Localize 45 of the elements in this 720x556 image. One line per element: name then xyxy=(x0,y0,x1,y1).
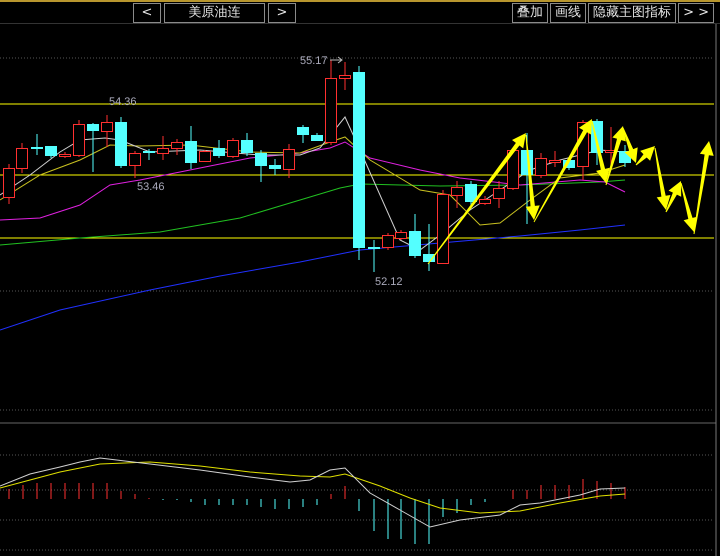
candlestick xyxy=(507,148,519,190)
candlestick xyxy=(87,122,99,172)
candlestick xyxy=(549,150,561,168)
candlestick xyxy=(157,136,169,160)
candlestick xyxy=(451,180,463,208)
candlestick xyxy=(465,180,477,206)
price-label: 52.12 xyxy=(375,276,403,288)
candlestick xyxy=(185,126,197,170)
candlestick xyxy=(45,146,57,158)
candlestick xyxy=(227,138,239,158)
candlestick xyxy=(283,144,295,178)
price-label: 53.46 xyxy=(137,181,165,193)
candlestick xyxy=(199,150,211,162)
previous-button[interactable]: < xyxy=(133,2,161,22)
pointer-arrow-icon xyxy=(330,56,343,64)
candlestick xyxy=(115,116,127,168)
toolbar-button[interactable]: > > xyxy=(678,2,714,22)
candlestick xyxy=(255,150,267,182)
next-button[interactable]: > xyxy=(268,2,296,22)
candlestick xyxy=(297,124,309,144)
candlestick xyxy=(339,62,351,90)
candlestick xyxy=(16,142,28,174)
candlestick xyxy=(479,196,491,206)
candlestick xyxy=(73,120,85,158)
candlestick xyxy=(213,140,225,158)
candlestick xyxy=(143,148,155,160)
candlestick xyxy=(59,152,71,158)
candlestick xyxy=(171,138,183,156)
candlestick xyxy=(311,132,323,142)
toolbar-button[interactable]: 隐藏主图指标 xyxy=(588,2,676,22)
candlestick xyxy=(368,240,380,272)
toolbar-button[interactable]: 叠加 xyxy=(512,2,548,22)
candlestick xyxy=(493,180,505,208)
symbol-button[interactable]: 美原油连 xyxy=(164,2,265,22)
candlestick xyxy=(269,158,281,176)
candlestick xyxy=(535,152,547,178)
candlestick xyxy=(423,224,435,272)
toolbar-button[interactable]: 画线 xyxy=(550,2,586,22)
candlestick xyxy=(3,164,15,204)
candlestick xyxy=(409,214,421,258)
candlestick xyxy=(101,114,113,148)
price-label: 55.17 xyxy=(300,55,328,67)
candlestick xyxy=(129,150,141,178)
candlestick xyxy=(241,132,253,156)
candlestick xyxy=(31,134,43,156)
